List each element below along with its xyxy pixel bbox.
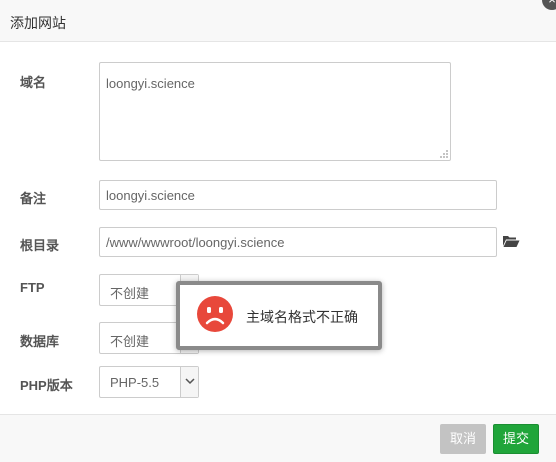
resize-grip-icon[interactable] [439,149,448,158]
dialog-titlebar: 添加网站 [0,0,556,42]
database-selected-value: 不创建 [110,334,150,349]
close-icon: × [548,0,556,7]
domain-label: 域名 [20,75,47,90]
domain-value: loongyi.science [106,76,195,91]
root-dir-label: 根目录 [20,238,60,253]
submit-button[interactable]: 提交 [493,424,539,454]
php-version-selected-value: PHP-5.5 [110,375,160,390]
folder-open-icon[interactable] [502,233,520,249]
error-message: 主域名格式不正确 [246,309,358,325]
ftp-label: FTP [20,280,45,295]
error-toast: 主域名格式不正确 [176,281,382,350]
database-label: 数据库 [20,334,60,349]
root-dir-input[interactable]: /www/wwwroot/loongyi.science [99,227,497,257]
domain-textarea[interactable]: loongyi.science [99,62,451,161]
sad-face-icon [197,296,233,332]
ftp-selected-value: 不创建 [110,286,150,301]
chevron-down-icon [180,367,198,397]
remark-value: loongyi.science [106,188,195,203]
remark-label: 备注 [20,191,47,206]
php-version-select[interactable]: PHP-5.5 [99,366,199,398]
php-version-label: PHP版本 [20,378,73,393]
remark-input[interactable]: loongyi.science [99,180,497,210]
root-dir-value: /www/wwwroot/loongyi.science [106,235,285,250]
dialog-title: 添加网站 [10,15,66,31]
cancel-button[interactable]: 取消 [440,424,486,454]
